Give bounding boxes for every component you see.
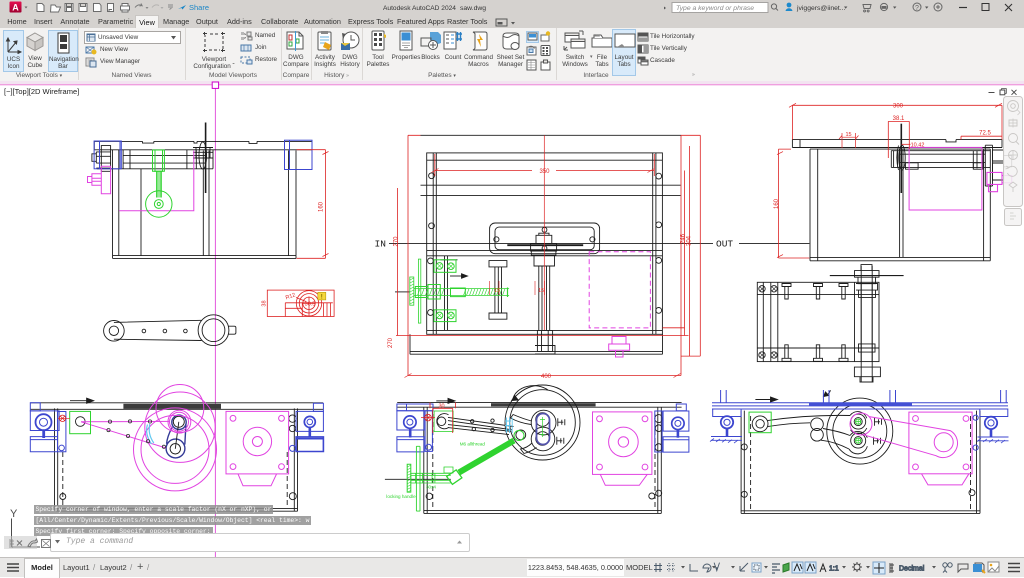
svg-text:!: ! <box>321 295 323 301</box>
svg-text:350: 350 <box>539 169 550 175</box>
svg-text:A: A <box>12 3 19 13</box>
svg-text:38: 38 <box>262 300 268 306</box>
svg-text:304: 304 <box>687 235 693 246</box>
svg-text:30: 30 <box>438 403 444 409</box>
svg-text:R12: R12 <box>285 292 297 301</box>
svg-text:M6 allthread: M6 allthread <box>460 442 486 447</box>
svg-text:Share: Share <box>189 3 209 12</box>
svg-text:saw.dwg: saw.dwg <box>460 5 486 12</box>
svg-text:locking handle: locking handle <box>386 494 416 499</box>
svg-text:38.1: 38.1 <box>893 116 905 122</box>
svg-text:IN: IN <box>375 239 386 250</box>
svg-text:Decimal: Decimal <box>899 566 925 573</box>
svg-text:270: 270 <box>388 337 394 348</box>
svg-text:15: 15 <box>494 288 500 294</box>
svg-text:30.5: 30.5 <box>305 301 316 307</box>
svg-text:15: 15 <box>845 132 851 138</box>
svg-text:160: 160 <box>774 198 780 209</box>
svg-text:?: ? <box>915 5 919 12</box>
svg-text:Autodesk AutoCAD 2024: Autodesk AutoCAD 2024 <box>383 5 456 12</box>
svg-text:Type a keyword or phrase: Type a keyword or phrase <box>676 5 754 12</box>
svg-text:72.5: 72.5 <box>979 131 991 137</box>
svg-text:300: 300 <box>893 103 904 109</box>
svg-text:15: 15 <box>538 288 544 294</box>
svg-text:270: 270 <box>394 236 400 247</box>
svg-text:OUT: OUT <box>716 239 733 250</box>
svg-text:10.42: 10.42 <box>911 142 925 148</box>
svg-text:1:1: 1:1 <box>829 566 839 573</box>
svg-text:30x4: 30x4 <box>426 484 436 489</box>
svg-text:160: 160 <box>319 201 325 212</box>
svg-text:Y: Y <box>10 508 18 520</box>
svg-text:jviggers@iinet...: jviggers@iinet... <box>796 5 846 12</box>
svg-text:400: 400 <box>541 374 552 380</box>
